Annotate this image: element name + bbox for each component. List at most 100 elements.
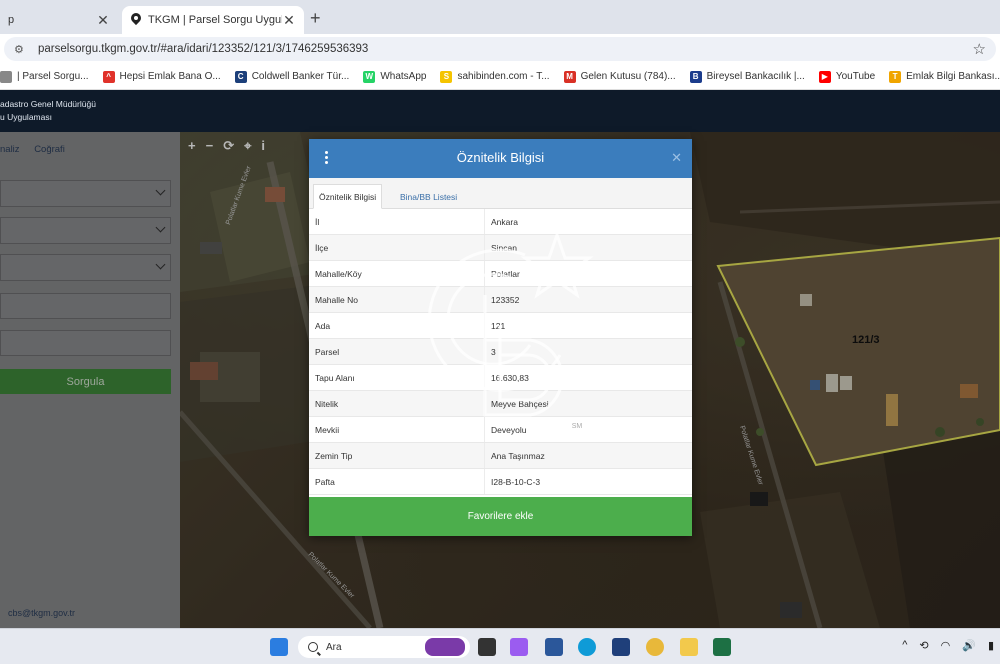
agency-name: adastro Genel Müdürlüğü <box>0 99 96 109</box>
bookmark-favicon-icon: B <box>689 70 702 83</box>
table-row: Mevkii Deveyolu <box>309 417 692 443</box>
edge-icon[interactable] <box>578 638 596 656</box>
attribute-value: Ana Taşınmaz <box>484 443 692 468</box>
bookmark-label: WhatsApp <box>380 71 427 82</box>
bookmark-favicon-icon: T <box>889 70 902 83</box>
browser-tab-active[interactable]: TKGM | Parsel Sorgu Uygulaması ✕ <box>122 6 304 34</box>
table-row: Ada 121 <box>309 313 692 339</box>
close-icon[interactable]: ✕ <box>96 12 110 29</box>
attribute-value: 16.630,83 <box>484 365 692 390</box>
bookmark-label: Emlak Bilgi Bankası... <box>906 71 1000 82</box>
new-tab-button[interactable]: + <box>310 8 321 29</box>
site-settings-icon[interactable]: ⚙ <box>14 43 28 56</box>
close-icon[interactable]: ✕ <box>671 150 682 166</box>
system-tray: ^ ⟲ ◠ 🔊 ▮ <box>902 639 994 652</box>
modal-title: Öznitelik Bilgisi <box>456 150 545 165</box>
attribute-key: Nitelik <box>315 398 339 409</box>
modal-header: Öznitelik Bilgisi ✕ <box>309 139 692 178</box>
bookmark-item[interactable]: ^ Hepsi Emlak Bana O... <box>102 70 221 83</box>
bookmark-label: | Parsel Sorgu... <box>17 71 89 82</box>
attribute-key: Ada <box>315 320 331 331</box>
attribute-value: Deveyolu <box>484 417 692 442</box>
table-row: Mahalle/Köy Polatlar <box>309 261 692 287</box>
copilot-icon[interactable] <box>510 638 528 656</box>
bookmark-label: Bireysel Bankacılık |... <box>706 71 805 82</box>
attribute-key: Mahalle No <box>315 294 358 305</box>
attribute-key: İl <box>315 216 320 227</box>
bookmark-favicon-icon: S <box>440 70 453 83</box>
word-icon[interactable] <box>545 638 563 656</box>
chrome-icon[interactable] <box>646 638 664 656</box>
bookmark-item[interactable]: Ssahibinden.com - T... <box>440 70 550 83</box>
browser-tab-inactive[interactable]: p ✕ <box>0 6 118 34</box>
volume-icon[interactable]: 🔊 <box>962 639 976 652</box>
taskbar: Ara ^ ⟲ ◠ 🔊 ▮ <box>0 628 1000 664</box>
bookmark-label: sahibinden.com - T... <box>457 71 550 82</box>
bookmark-label: Coldwell Banker Tür... <box>251 71 350 82</box>
map-pin-icon <box>130 13 142 27</box>
wifi-icon[interactable]: ◠ <box>941 639 951 652</box>
windows-start-icon[interactable] <box>270 638 288 656</box>
table-row: Parsel 3 <box>309 339 692 365</box>
bookmark-star-icon[interactable]: ☆ <box>973 40 986 58</box>
tab-title: p <box>8 14 15 26</box>
attribute-value: Meyve Bahçesi <box>484 391 692 416</box>
app-header: adastro Genel Müdürlüğü u Uygulaması <box>0 90 1000 132</box>
add-favorite-button[interactable]: Favorilere ekle <box>309 497 692 536</box>
bookmark-item[interactable]: B Bireysel Bankacılık |... <box>689 70 805 83</box>
bookmark-item[interactable]: C Coldwell Banker Tür... <box>234 70 350 83</box>
task-view-icon[interactable] <box>478 638 496 656</box>
bookmarks-bar: | Parsel Sorgu... ^ Hepsi Emlak Bana O... C… <box>0 64 1000 90</box>
search-placeholder: Ara <box>326 641 342 653</box>
bookmark-label: Hepsi Emlak Bana O... <box>119 71 221 82</box>
table-row: Zemin Tip Ana Taşınmaz <box>309 443 692 469</box>
bookmark-favicon-icon: C <box>234 70 247 83</box>
attribute-key: Mevkii <box>315 424 340 435</box>
attribute-table: İl Ankara İlçe Sincan Mahalle/Köy Polatlar Mah… <box>309 209 692 495</box>
tab-building-list[interactable]: Bina/BB Listesi <box>395 184 462 209</box>
attribute-info-modal: Öznitelik Bilgisi ✕ Öznitelik Bilgisi Bi… <box>309 139 692 536</box>
attribute-value: 123352 <box>484 287 692 312</box>
close-icon[interactable]: ✕ <box>282 12 296 29</box>
attribute-value: Sincan <box>484 235 692 260</box>
attribute-key: İlçe <box>315 242 329 253</box>
attribute-value: Ankara <box>484 209 692 234</box>
bookmark-favicon-icon: M <box>563 70 576 83</box>
attribute-key: Mahalle/Köy <box>315 268 362 279</box>
address-bar-row: ⚙ parselsorgu.tkgm.gov.tr/#ara/idari/123… <box>0 34 1000 64</box>
bookmark-favicon-icon: ▶ <box>818 70 831 83</box>
table-row: Mahalle No 123352 <box>309 287 692 313</box>
attribute-value: I28-B-10-C-3 <box>484 469 692 494</box>
attribute-key: Pafta <box>315 476 335 487</box>
store-icon[interactable] <box>612 638 630 656</box>
battery-icon[interactable]: ▮ <box>988 639 994 652</box>
bookmark-item[interactable]: ▶ YouTube <box>818 70 876 83</box>
address-bar[interactable]: ⚙ parselsorgu.tkgm.gov.tr/#ara/idari/123… <box>4 37 996 61</box>
tab-attribute-info[interactable]: Öznitelik Bilgisi <box>313 184 383 209</box>
bookmark-item[interactable]: W WhatsApp <box>363 70 427 83</box>
table-row: Pafta I28-B-10-C-3 <box>309 469 692 495</box>
table-row: Tapu Alanı 16.630,83 <box>309 365 692 391</box>
bookmark-label: YouTube <box>835 71 876 82</box>
address-url[interactable]: parselsorgu.tkgm.gov.tr/#ara/idari/12335… <box>38 43 973 55</box>
bookmark-item[interactable]: T Emlak Bilgi Bankası... <box>889 70 1000 83</box>
attribute-value: 3 <box>484 339 692 364</box>
attribute-key: Parsel <box>315 346 340 357</box>
sync-icon[interactable]: ⟲ <box>919 639 928 652</box>
modal-tabs: Öznitelik Bilgisi Bina/BB Listesi <box>309 178 692 209</box>
excel-icon[interactable] <box>713 638 731 656</box>
search-icon <box>308 642 318 652</box>
search-highlight-icon[interactable] <box>425 638 465 656</box>
tab-title: TKGM | Parsel Sorgu Uygulaması <box>148 14 282 26</box>
tray-chevron-icon[interactable]: ^ <box>902 639 907 652</box>
attribute-key: Tapu Alanı <box>315 372 355 383</box>
bookmark-item[interactable]: M Gelen Kutusu (784)... <box>563 70 676 83</box>
attribute-value: 121 <box>484 313 692 338</box>
table-row: İlçe Sincan <box>309 235 692 261</box>
file-explorer-icon[interactable] <box>680 638 698 656</box>
app-name: u Uygulaması <box>0 112 52 122</box>
bookmark-item[interactable]: | Parsel Sorgu... <box>0 70 89 83</box>
table-row: İl Ankara <box>309 209 692 235</box>
table-row: Nitelik Meyve Bahçesi <box>309 391 692 417</box>
bookmark-favicon-icon <box>0 70 12 83</box>
